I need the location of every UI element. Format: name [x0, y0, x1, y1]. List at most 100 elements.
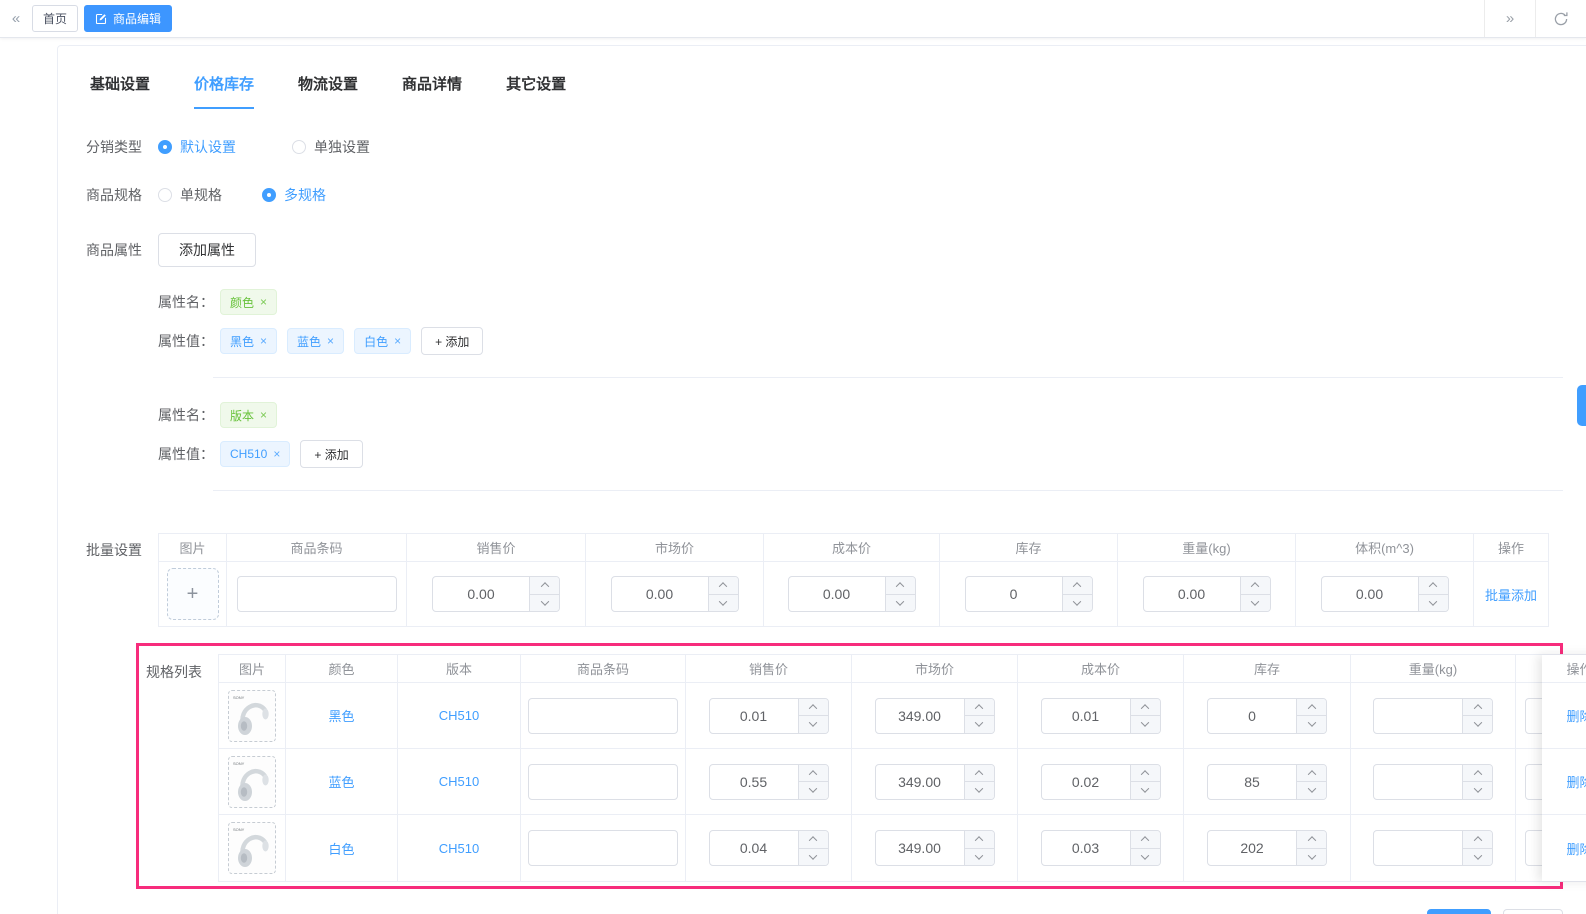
decrease-icon[interactable]: [1297, 715, 1326, 733]
decrease-icon[interactable]: [1131, 848, 1160, 866]
decrease-icon[interactable]: [799, 781, 828, 799]
decrease-icon[interactable]: [1463, 848, 1492, 866]
increase-icon[interactable]: [1419, 577, 1448, 594]
remove-tag-icon[interactable]: ×: [260, 334, 267, 348]
expand-right-icon[interactable]: »: [1484, 0, 1535, 37]
radio-multi-spec[interactable]: 多规格: [262, 185, 326, 205]
product-image[interactable]: SONY: [228, 690, 276, 742]
decrease-icon[interactable]: [530, 594, 559, 612]
decrease-icon[interactable]: [1131, 781, 1160, 799]
radio-single-spec[interactable]: 单规格: [158, 185, 222, 205]
tab-logistics-settings[interactable]: 物流设置: [298, 73, 358, 109]
batch-barcode-input[interactable]: [237, 576, 397, 612]
spec-barcode-input[interactable]: [528, 764, 678, 800]
spec-weight-input[interactable]: [1374, 765, 1462, 799]
collapse-left-icon[interactable]: «: [0, 0, 32, 37]
remove-tag-icon[interactable]: ×: [260, 408, 267, 422]
batch-volume-input[interactable]: [1322, 577, 1418, 611]
batch-sale-price-input[interactable]: [433, 577, 529, 611]
decrease-icon[interactable]: [1241, 594, 1270, 612]
spec-sale-price-input[interactable]: [710, 699, 798, 733]
increase-icon[interactable]: [1297, 765, 1326, 782]
increase-icon[interactable]: [1131, 765, 1160, 782]
increase-icon[interactable]: [1297, 831, 1326, 848]
batch-market-price-input[interactable]: [612, 577, 708, 611]
product-image[interactable]: SONY: [228, 822, 276, 874]
decrease-icon[interactable]: [709, 594, 738, 612]
add-attr-value-button[interactable]: + 添加: [300, 440, 362, 468]
decrease-icon[interactable]: [1297, 781, 1326, 799]
increase-icon[interactable]: [1063, 577, 1092, 594]
increase-icon[interactable]: [965, 765, 994, 782]
spec-weight-input[interactable]: [1374, 699, 1462, 733]
delete-row-link[interactable]: 删除: [1566, 839, 1586, 858]
decrease-icon[interactable]: [1419, 594, 1448, 612]
save-button[interactable]: 保存: [1427, 909, 1491, 914]
increase-icon[interactable]: [709, 577, 738, 594]
tag-home[interactable]: 首页: [32, 5, 78, 32]
increase-icon[interactable]: [1463, 765, 1492, 782]
spec-market-price-input[interactable]: [876, 765, 964, 799]
increase-icon[interactable]: [1463, 831, 1492, 848]
increase-icon[interactable]: [799, 699, 828, 716]
remove-tag-icon[interactable]: ×: [394, 334, 401, 348]
spec-weight-input[interactable]: [1374, 831, 1462, 865]
back-button[interactable]: 返回: [1503, 909, 1563, 914]
increase-icon[interactable]: [799, 831, 828, 848]
batch-cost-price-input[interactable]: [789, 577, 885, 611]
spec-stock-input[interactable]: [1208, 765, 1296, 799]
spec-barcode-input[interactable]: [528, 698, 678, 734]
remove-tag-icon[interactable]: ×: [327, 334, 334, 348]
increase-icon[interactable]: [1241, 577, 1270, 594]
right-affix-handle[interactable]: [1577, 385, 1586, 426]
spec-sale-price-input[interactable]: [710, 765, 798, 799]
spec-stock-input[interactable]: [1208, 831, 1296, 865]
tag-product-edit[interactable]: 商品编辑: [84, 5, 172, 32]
delete-row-link[interactable]: 删除: [1566, 772, 1586, 791]
add-attribute-button[interactable]: 添加属性: [158, 233, 256, 267]
remove-tag-icon[interactable]: ×: [273, 447, 280, 461]
spec-sale-price-input[interactable]: [710, 831, 798, 865]
radio-separate-settings[interactable]: 单独设置: [292, 137, 370, 157]
decrease-icon[interactable]: [965, 715, 994, 733]
remove-tag-icon[interactable]: ×: [260, 295, 267, 309]
decrease-icon[interactable]: [799, 715, 828, 733]
batch-weight-input[interactable]: [1144, 577, 1240, 611]
spec-cost-price-input[interactable]: [1042, 831, 1130, 865]
tab-price-stock[interactable]: 价格库存: [194, 73, 254, 109]
upload-image-button[interactable]: +: [167, 568, 219, 620]
spec-market-price-input[interactable]: [876, 831, 964, 865]
decrease-icon[interactable]: [886, 594, 915, 612]
decrease-icon[interactable]: [1297, 848, 1326, 866]
radio-default-settings[interactable]: 默认设置: [158, 137, 236, 157]
tab-other-settings[interactable]: 其它设置: [506, 73, 566, 109]
product-image[interactable]: SONY: [228, 756, 276, 808]
spec-cost-price-input[interactable]: [1042, 765, 1130, 799]
decrease-icon[interactable]: [1463, 715, 1492, 733]
increase-icon[interactable]: [1463, 699, 1492, 716]
decrease-icon[interactable]: [1131, 715, 1160, 733]
increase-icon[interactable]: [886, 577, 915, 594]
batch-add-link[interactable]: 批量添加: [1485, 585, 1537, 604]
decrease-icon[interactable]: [965, 848, 994, 866]
increase-icon[interactable]: [1131, 699, 1160, 716]
increase-icon[interactable]: [965, 831, 994, 848]
decrease-icon[interactable]: [965, 781, 994, 799]
refresh-icon[interactable]: [1535, 0, 1586, 37]
increase-icon[interactable]: [799, 765, 828, 782]
spec-stock-input[interactable]: [1208, 699, 1296, 733]
batch-stock-input[interactable]: [966, 577, 1062, 611]
increase-icon[interactable]: [965, 699, 994, 716]
delete-row-link[interactable]: 删除: [1566, 706, 1586, 725]
decrease-icon[interactable]: [1063, 594, 1092, 612]
spec-market-price-input[interactable]: [876, 699, 964, 733]
decrease-icon[interactable]: [1463, 781, 1492, 799]
decrease-icon[interactable]: [799, 848, 828, 866]
spec-cost-price-input[interactable]: [1042, 699, 1130, 733]
spec-barcode-input[interactable]: [528, 830, 678, 866]
add-attr-value-button[interactable]: + 添加: [421, 327, 483, 355]
increase-icon[interactable]: [1131, 831, 1160, 848]
tab-product-detail[interactable]: 商品详情: [402, 73, 462, 109]
increase-icon[interactable]: [1297, 699, 1326, 716]
increase-icon[interactable]: [530, 577, 559, 594]
